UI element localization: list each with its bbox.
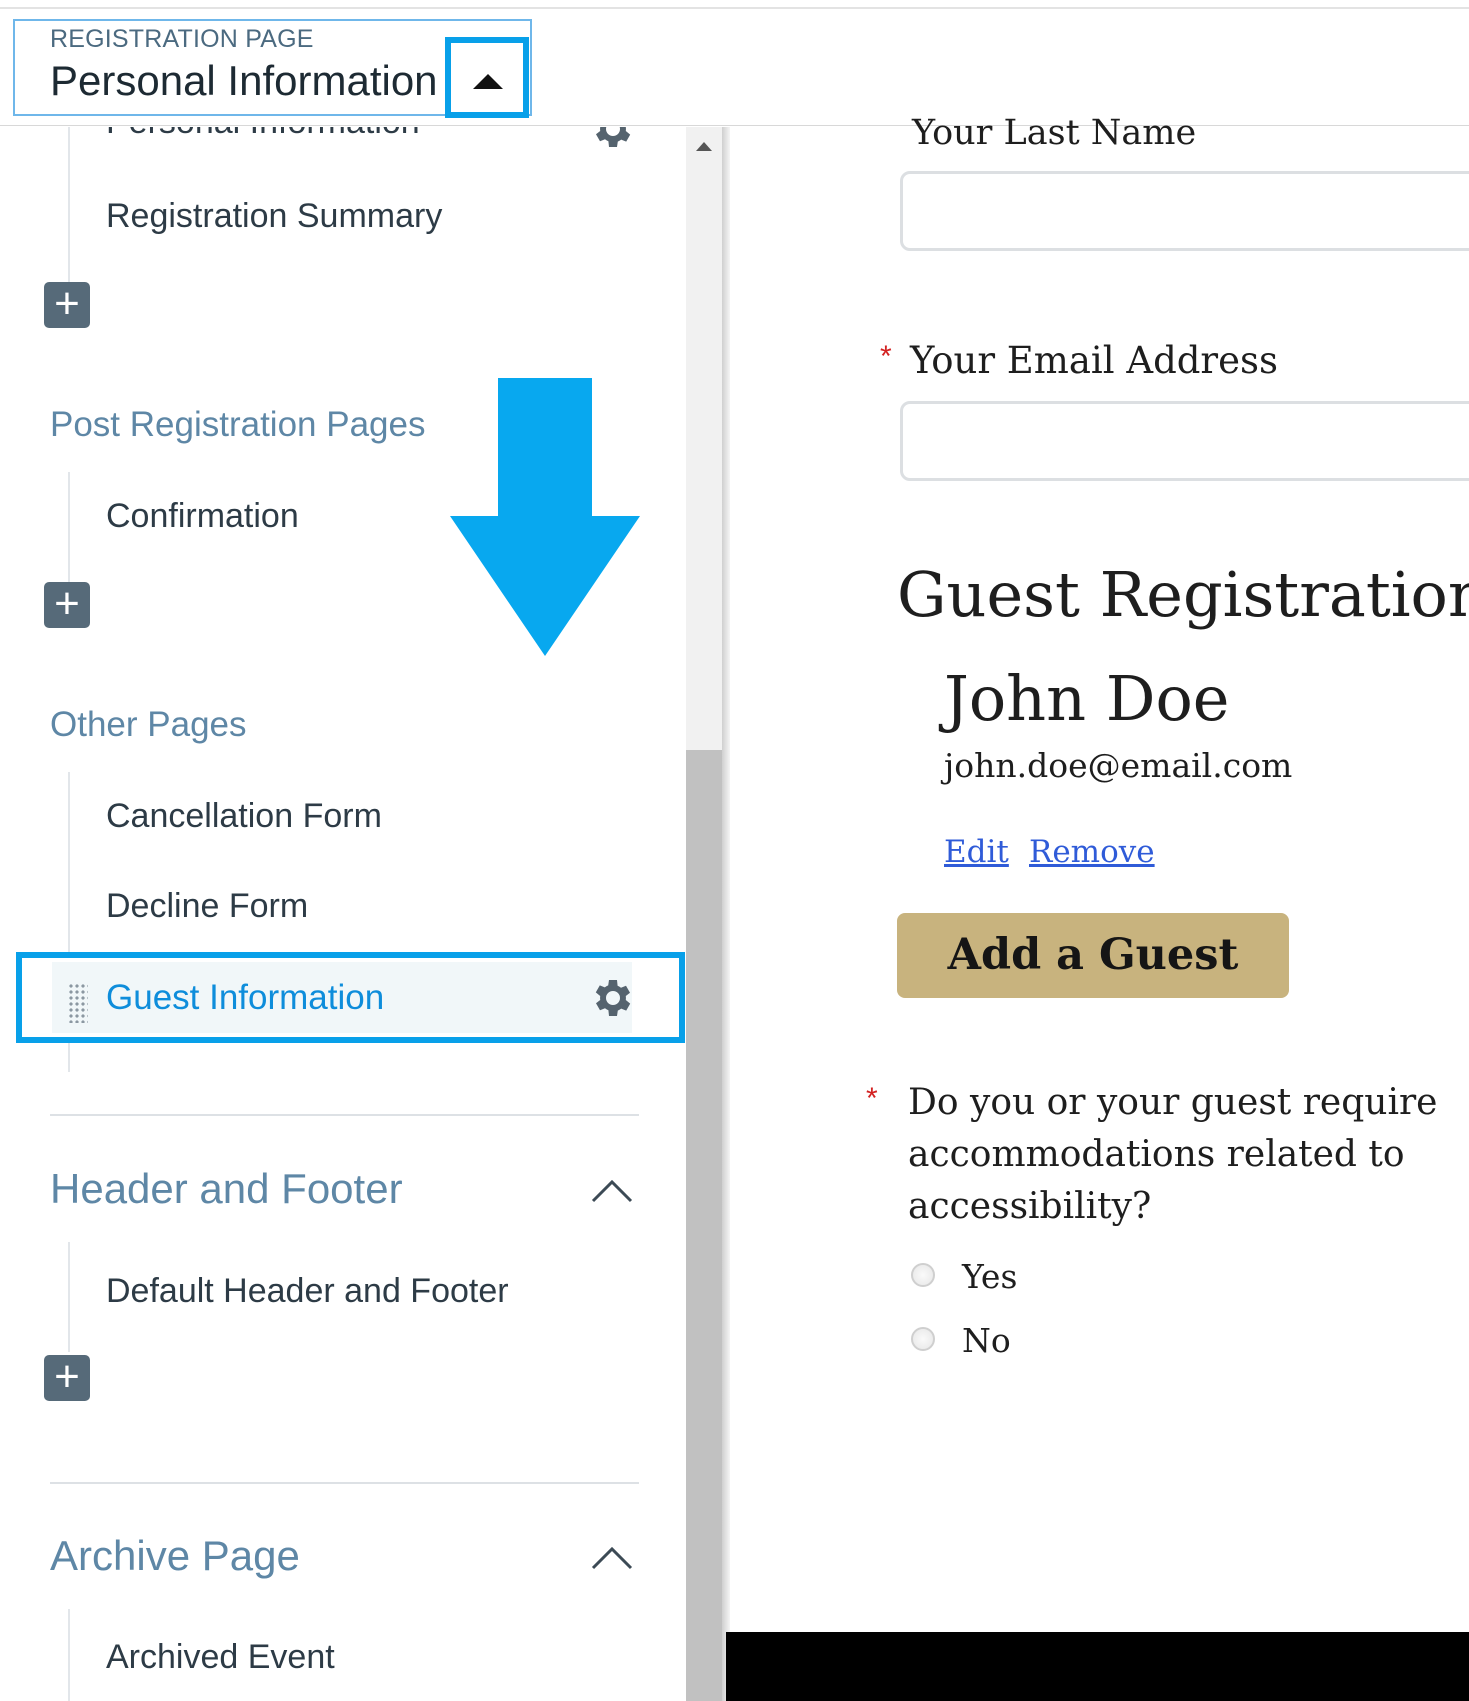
plus-icon: +: [54, 1352, 80, 1401]
remove-guest-link[interactable]: Remove: [1029, 834, 1155, 870]
top-border: [0, 7, 1469, 9]
add-guest-button[interactable]: Add a Guest: [897, 913, 1289, 998]
radio-yes[interactable]: [911, 1263, 935, 1287]
header-and-footer-label: Header and Footer: [50, 1165, 403, 1212]
tree-line: [68, 1609, 70, 1701]
add-post-registration-page-button[interactable]: +: [44, 582, 90, 628]
chevron-up-icon[interactable]: [590, 1542, 634, 1572]
tree-line: [68, 472, 70, 582]
sidebar-item-registration-summary[interactable]: Registration Summary: [106, 197, 442, 236]
dropdown-selected-value: Personal Information: [50, 57, 438, 104]
section-divider: [50, 1114, 639, 1116]
scroll-up-arrow-icon[interactable]: [696, 142, 712, 151]
caret-up-icon: [473, 74, 503, 89]
accessibility-question-line-3: accessibility?: [908, 1186, 1152, 1227]
dropdown-toggle-button[interactable]: [445, 37, 529, 118]
radio-no[interactable]: [911, 1327, 935, 1351]
email-label: Your Email Address: [910, 339, 1278, 382]
last-name-input[interactable]: [900, 171, 1469, 251]
post-registration-pages-label: Post Registration Pages: [50, 405, 426, 444]
sidebar-item-confirmation[interactable]: Confirmation: [106, 497, 299, 536]
accessibility-question-line-2: accommodations related to: [908, 1134, 1405, 1175]
sidebar-item-default-header-footer[interactable]: Default Header and Footer: [106, 1272, 509, 1311]
archive-page-label: Archive Page: [50, 1532, 300, 1579]
guest-email: john.doe@email.com: [944, 746, 1293, 785]
radio-no-label: No: [962, 1321, 1011, 1360]
other-pages-label: Other Pages: [50, 705, 247, 744]
chevron-up-icon[interactable]: [590, 1175, 634, 1205]
plus-icon: +: [54, 579, 80, 628]
guest-registration-heading: Guest Registration: [897, 558, 1469, 631]
header-divider: [0, 125, 1469, 126]
radio-yes-label: Yes: [962, 1257, 1018, 1296]
tree-line: [68, 1242, 70, 1352]
sidebar-item-guest-information[interactable]: Guest Information: [16, 952, 685, 1043]
plus-icon: +: [54, 279, 80, 328]
panel-divider: [722, 127, 730, 1701]
gear-icon[interactable]: [587, 974, 635, 1022]
sidebar-item-decline-form[interactable]: Decline Form: [106, 887, 308, 926]
accessibility-question-line-1: Do you or your guest require: [908, 1082, 1438, 1123]
sidebar-item-personal-information[interactable]: Personal Information: [106, 127, 420, 142]
sidebar-item-label: Guest Information: [106, 978, 385, 1017]
dropdown-kicker: REGISTRATION PAGE: [50, 25, 314, 53]
email-input[interactable]: [900, 401, 1469, 481]
required-marker: *: [880, 340, 892, 373]
guest-name: John Doe: [944, 662, 1230, 735]
tree-line: [68, 127, 70, 287]
add-header-footer-button[interactable]: +: [44, 1355, 90, 1401]
add-registration-page-button[interactable]: +: [44, 282, 90, 328]
gear-icon[interactable]: [587, 127, 635, 153]
sidebar-item-cancellation-form[interactable]: Cancellation Form: [106, 797, 382, 836]
section-divider: [50, 1482, 639, 1484]
edit-guest-link[interactable]: Edit: [944, 834, 1009, 870]
page-footer-bar: [726, 1632, 1469, 1701]
required-marker: *: [866, 1082, 878, 1115]
scrollbar-thumb[interactable]: [686, 750, 722, 1701]
last-name-label: Your Last Name: [912, 113, 1197, 153]
page-tree-sidebar: Personal Information Registration Summar…: [0, 127, 686, 1701]
sidebar-item-archived-event[interactable]: Archived Event: [106, 1638, 335, 1677]
drag-handle-icon[interactable]: [68, 983, 88, 1023]
down-arrow-icon: [450, 378, 640, 656]
